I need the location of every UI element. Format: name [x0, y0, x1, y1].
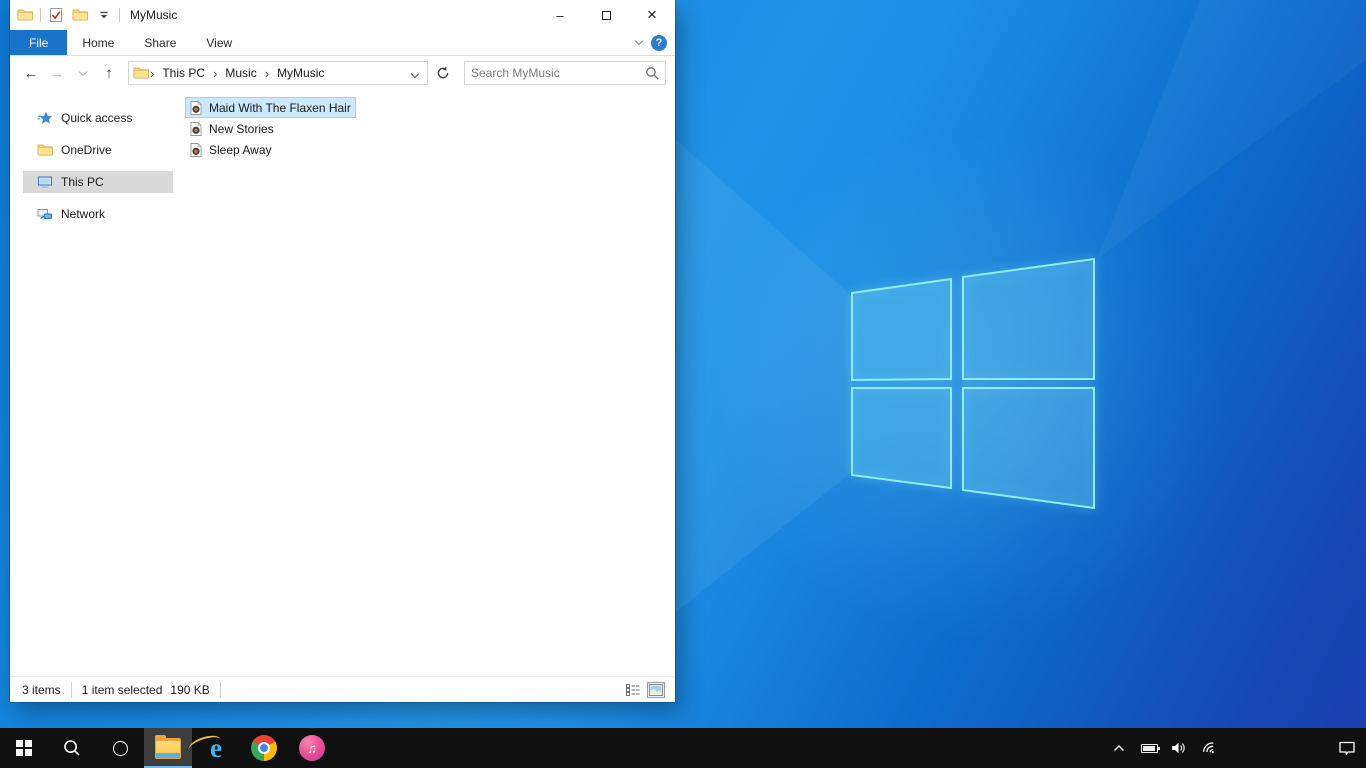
- large-icons-view-icon[interactable]: [647, 681, 665, 698]
- sidebar-item-quick-access[interactable]: Quick access: [10, 107, 175, 129]
- properties-icon[interactable]: [47, 6, 65, 24]
- audio-file-icon: [188, 142, 204, 158]
- internet-explorer-button[interactable]: e: [186, 728, 240, 768]
- window-title: MyMusic: [130, 8, 178, 22]
- sidebar-item-label: Quick access: [61, 111, 133, 125]
- sidebar-item-label: This PC: [61, 175, 104, 189]
- window-body: Quick access OneDrive This PC Network Ma…: [10, 90, 675, 676]
- file-item[interactable]: New Stories: [185, 118, 279, 139]
- status-bar: 3 items 1 item selected 190 KB: [10, 676, 675, 702]
- itunes-icon: ♫: [299, 735, 325, 761]
- wifi-icon[interactable]: [1196, 728, 1222, 768]
- customize-quick-access-icon[interactable]: [95, 6, 113, 24]
- this-pc-monitor-icon: [37, 176, 53, 188]
- details-view-icon[interactable]: [624, 682, 642, 698]
- status-separator: [219, 681, 221, 698]
- folder-icon[interactable]: [16, 6, 34, 24]
- cortana-button[interactable]: [96, 728, 144, 768]
- address-bar-row: ← → ↑ › This PC › Music › MyMusic: [10, 56, 675, 90]
- sidebar-item-this-pc[interactable]: This PC: [23, 171, 173, 193]
- file-explorer-window: MyMusic – × File Home Share View ? ← → ↑…: [10, 0, 675, 702]
- breadcrumb-this-pc[interactable]: This PC: [155, 66, 212, 80]
- maximize-button[interactable]: [583, 0, 629, 30]
- toolbar-separator: [119, 8, 120, 22]
- minimize-button[interactable]: –: [537, 0, 583, 30]
- selection-size: 190 KB: [170, 682, 210, 697]
- sidebar-item-network[interactable]: Network: [10, 203, 175, 225]
- file-name: Sleep Away: [209, 142, 272, 157]
- address-dropdown-icon[interactable]: [407, 66, 423, 80]
- ribbon-tab-bar: File Home Share View ?: [10, 30, 675, 56]
- navigation-pane: Quick access OneDrive This PC Network: [10, 90, 175, 676]
- start-button[interactable]: [0, 728, 48, 768]
- system-tray: [1106, 728, 1366, 768]
- refresh-icon[interactable]: [432, 62, 454, 84]
- sidebar-item-label: Network: [61, 207, 106, 221]
- action-center-icon[interactable]: [1334, 728, 1360, 768]
- sidebar-item-onedrive[interactable]: OneDrive: [10, 139, 175, 161]
- tab-home[interactable]: Home: [67, 30, 129, 55]
- new-folder-icon[interactable]: [71, 6, 89, 24]
- recent-locations-icon[interactable]: [72, 62, 94, 84]
- tab-file[interactable]: File: [10, 30, 68, 55]
- onedrive-folder-icon: [37, 142, 53, 158]
- selection-count: 1 item selected: [81, 682, 163, 697]
- cortana-circle-icon: [112, 740, 128, 756]
- audio-file-icon: [188, 100, 204, 116]
- volume-icon[interactable]: [1166, 728, 1192, 768]
- file-item[interactable]: Maid With The Flaxen Hair: [185, 97, 356, 118]
- breadcrumb-mymusic[interactable]: MyMusic: [270, 66, 331, 80]
- search-container: [464, 61, 666, 85]
- file-explorer-icon: [155, 734, 181, 759]
- hidden-icons-chevron-icon[interactable]: [1106, 728, 1132, 768]
- folder-icon: [133, 65, 149, 81]
- search-input[interactable]: [471, 66, 645, 80]
- file-name: New Stories: [209, 121, 274, 136]
- search-icon[interactable]: [645, 66, 659, 80]
- back-button[interactable]: ←: [20, 62, 42, 84]
- itunes-button[interactable]: ♫: [288, 728, 336, 768]
- chrome-button[interactable]: [240, 728, 288, 768]
- address-bar[interactable]: › This PC › Music › MyMusic: [128, 61, 428, 85]
- windows-logo-icon: [16, 740, 32, 756]
- audio-file-icon: [188, 121, 204, 137]
- help-icon[interactable]: ?: [651, 34, 667, 51]
- search-icon: [64, 740, 80, 756]
- title-bar: MyMusic – ×: [10, 0, 675, 30]
- file-item[interactable]: Sleep Away: [185, 139, 277, 160]
- chrome-icon: [251, 735, 277, 761]
- sidebar-item-label: OneDrive: [61, 143, 112, 157]
- breadcrumb-music[interactable]: Music: [218, 66, 263, 80]
- file-list: Maid With The Flaxen Hair New Stories Sl…: [175, 90, 675, 676]
- network-icon: [37, 209, 52, 219]
- view-switcher: [624, 681, 665, 698]
- file-name: Maid With The Flaxen Hair: [209, 100, 351, 115]
- up-button[interactable]: ↑: [98, 62, 120, 84]
- quick-access-star-icon: [37, 111, 53, 124]
- caption-buttons: – ×: [537, 0, 675, 30]
- battery-icon[interactable]: [1136, 728, 1162, 768]
- maximize-icon: [601, 10, 611, 20]
- status-separator: [70, 681, 72, 698]
- taskbar: e ♫: [0, 728, 1366, 768]
- forward-button[interactable]: →: [46, 62, 68, 84]
- file-explorer-button[interactable]: [144, 728, 192, 768]
- item-count: 3 items: [22, 682, 61, 697]
- expand-ribbon-icon[interactable]: [634, 36, 644, 46]
- taskbar-search-button[interactable]: [48, 728, 96, 768]
- toolbar-separator: [40, 8, 41, 22]
- quick-access-toolbar: [10, 6, 120, 24]
- tab-view[interactable]: View: [191, 30, 247, 55]
- close-button[interactable]: ×: [629, 0, 675, 30]
- tab-share[interactable]: Share: [129, 30, 191, 55]
